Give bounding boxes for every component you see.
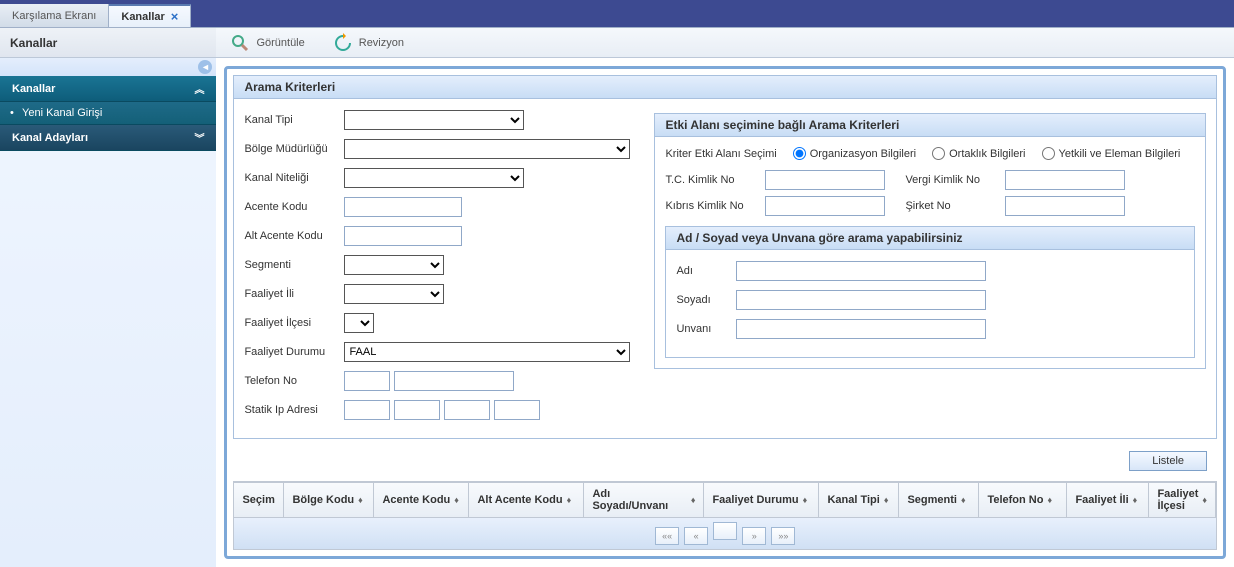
label-kibris-kimlik: Kıbrıs Kimlik No [665,200,765,212]
sort-icon: ♦ [961,495,966,505]
col-alt-acente-kodu[interactable]: Alt Acente Kodu♦ [469,483,584,517]
label-kanal-tipi: Kanal Tipi [244,114,344,126]
col-acente-kodu[interactable]: Acente Kodu♦ [374,483,469,517]
revision-button[interactable]: Revizyon [325,30,412,56]
sort-icon: ♦ [1202,495,1207,505]
search-criteria-header: Arama Kriterleri [234,76,1216,99]
sort-icon: ♦ [691,495,696,505]
radio-staff[interactable]: Yetkili ve Eleman Bilgileri [1042,147,1181,160]
col-bolge-kodu[interactable]: Bölge Kodu♦ [284,483,374,517]
label-sirket-no: Şirket No [905,200,1005,212]
vergi-kimlik-input[interactable] [1005,170,1125,190]
radio-org[interactable]: Organizasyon Bilgileri [793,147,916,160]
pager-next[interactable]: » [742,527,766,545]
ip-2-input[interactable] [394,400,440,420]
refresh-icon [333,33,353,53]
pager-last[interactable]: »» [771,527,795,545]
col-faaliyet-ilcesi[interactable]: Faaliyet İlçesi♦ [1149,483,1216,517]
label-unvani: Unvanı [676,323,736,335]
view-button[interactable]: Görüntüle [222,30,312,56]
radio-partner[interactable]: Ortaklık Bilgileri [932,147,1025,160]
tabs-bar: Karşılama Ekranı Kanallar × [0,4,1234,28]
tab-welcome[interactable]: Karşılama Ekranı [0,4,109,27]
sidebar-item-new-channel[interactable]: Yeni Kanal Girişi [0,102,216,125]
label-faaliyet-ili: Faaliyet İli [244,288,344,300]
sort-icon: ♦ [803,495,808,505]
adi-input[interactable] [736,261,986,281]
tab-channels[interactable]: Kanallar × [109,4,191,27]
faaliyet-ili-select[interactable] [344,284,444,304]
name-search-header: Ad / Soyad veya Unvana göre arama yapabi… [666,227,1194,250]
page-title: Kanallar [0,28,216,58]
pager-first[interactable]: «« [655,527,679,545]
search-icon [230,33,250,53]
pager-current[interactable] [713,522,737,540]
sort-icon: ♦ [358,495,363,505]
sidebar-section-candidates[interactable]: Kanal Adayları︾ [0,125,216,151]
acente-kodu-input[interactable] [344,197,462,217]
label-vergi-kimlik: Vergi Kimlik No [905,174,1005,186]
kibris-kimlik-input[interactable] [765,196,885,216]
list-button[interactable]: Listele [1129,451,1207,471]
bolge-mudurlugu-select[interactable] [344,139,630,159]
label-telefon-no: Telefon No [244,375,344,387]
close-icon[interactable]: × [171,9,179,24]
sort-icon: ♦ [567,495,572,505]
col-segmenti[interactable]: Segmenti♦ [899,483,979,517]
ip-3-input[interactable] [444,400,490,420]
kanal-niteligi-select[interactable] [344,168,524,188]
label-acente-kodu: Acente Kodu [244,201,344,213]
col-kanal-tipi[interactable]: Kanal Tipi♦ [819,483,899,517]
soyadi-input[interactable] [736,290,986,310]
label-faaliyet-durumu: Faaliyet Durumu [244,346,344,358]
sort-icon: ♦ [454,495,459,505]
label-kriter-etki: Kriter Etki Alanı Seçimi [665,148,776,160]
chevron-down-icon: ︾ [194,130,204,145]
label-adi: Adı [676,265,736,277]
segmenti-select[interactable] [344,255,444,275]
ip-1-input[interactable] [344,400,390,420]
faaliyet-ilcesi-select[interactable] [344,313,374,333]
sort-icon: ♦ [1133,495,1138,505]
label-kanal-niteligi: Kanal Niteliği [244,172,344,184]
col-secim[interactable]: Seçim [234,483,284,517]
col-telefon-no[interactable]: Telefon No♦ [979,483,1067,517]
label-segmenti: Segmenti [244,259,344,271]
sort-icon: ♦ [884,495,889,505]
tc-kimlik-input[interactable] [765,170,885,190]
label-tc-kimlik: T.C. Kimlik No [665,174,765,186]
telefon-number-input[interactable] [394,371,514,391]
label-soyadi: Soyadı [676,294,736,306]
sidebar-section-channels[interactable]: Kanallar︽ [0,76,216,102]
unvani-input[interactable] [736,319,986,339]
label-alt-acente-kodu: Alt Acente Kodu [244,230,344,242]
alt-acente-kodu-input[interactable] [344,226,462,246]
telefon-area-input[interactable] [344,371,390,391]
toolbar: Görüntüle Revizyon [216,28,1234,58]
kanal-tipi-select[interactable] [344,110,524,130]
label-faaliyet-ilcesi: Faaliyet İlçesi [244,317,344,329]
domain-criteria-header: Etki Alanı seçimine bağlı Arama Kriterle… [655,114,1205,137]
faaliyet-durumu-select[interactable]: FAAL [344,342,630,362]
col-adi-soyadi[interactable]: Adı Soyadı/Unvanı♦ [584,483,704,517]
sort-icon: ♦ [1047,495,1052,505]
pager: «« « » »» [233,518,1217,550]
chevron-up-icon: ︽ [194,81,204,96]
label-statik-ip: Statik Ip Adresi [244,404,344,416]
ip-4-input[interactable] [494,400,540,420]
collapse-sidebar-icon[interactable]: ◄ [198,60,212,74]
sirket-no-input[interactable] [1005,196,1125,216]
label-bolge-mudurlugu: Bölge Müdürlüğü [244,143,344,155]
results-table: Seçim Bölge Kodu♦ Acente Kodu♦ Alt Acent… [233,481,1217,550]
pager-prev[interactable]: « [684,527,708,545]
col-faaliyet-ili[interactable]: Faaliyet İli♦ [1067,483,1149,517]
col-faaliyet-durumu[interactable]: Faaliyet Durumu♦ [704,483,819,517]
